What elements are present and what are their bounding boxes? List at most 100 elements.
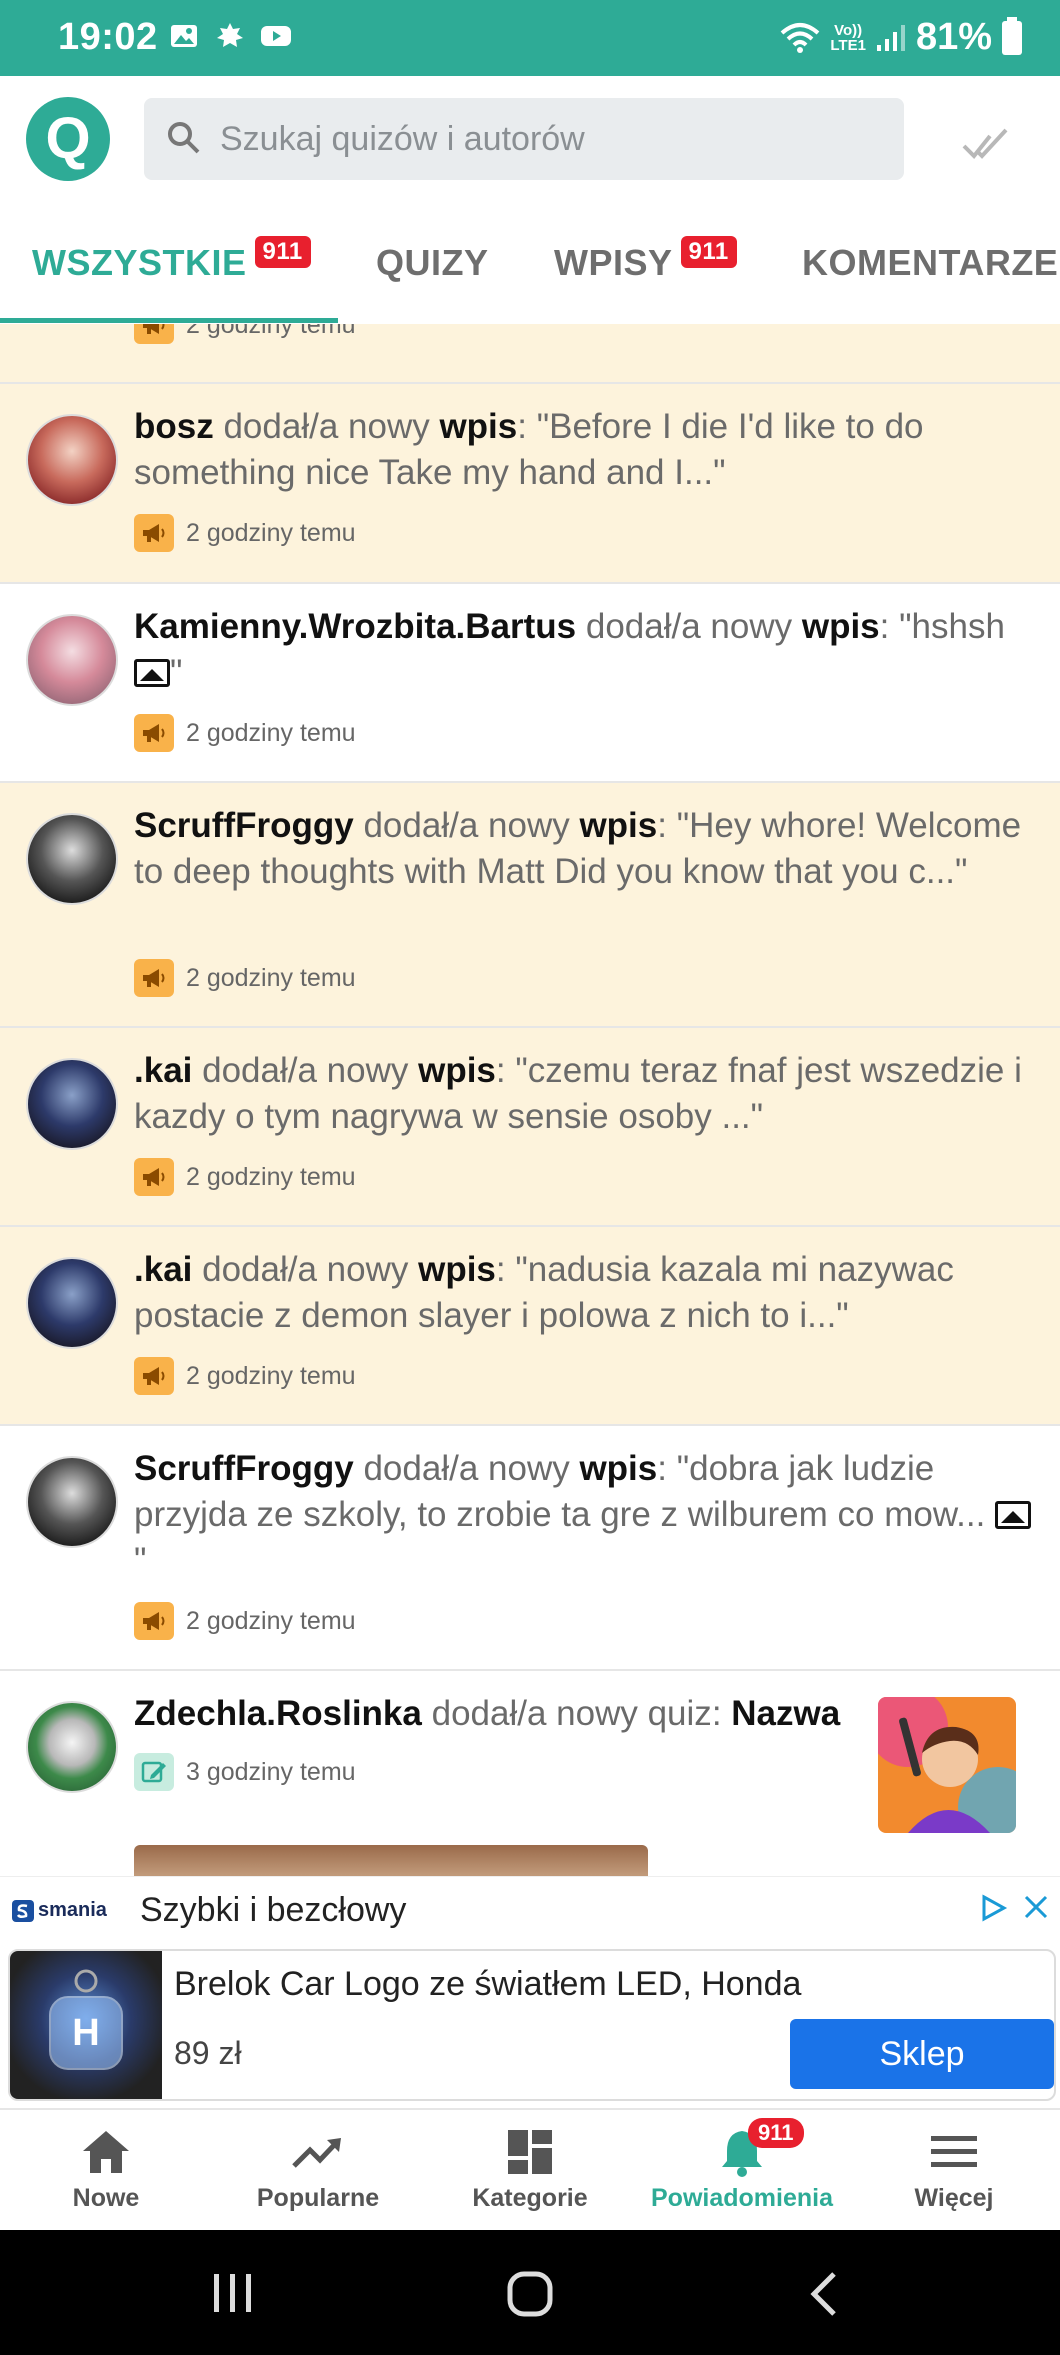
- svg-text:H: H: [72, 2012, 99, 2054]
- battery-percent: 81%: [915, 16, 992, 58]
- status-time: 19:02: [58, 16, 158, 58]
- ad-controls: [978, 1893, 1050, 1923]
- item-meta: 3 godziny temu: [134, 1753, 356, 1791]
- item-type: wpis: [579, 806, 658, 845]
- wifi-icon: [781, 22, 820, 53]
- item-time: 2 godziny temu: [186, 1606, 356, 1635]
- tab-quizzes[interactable]: QUIZY: [376, 242, 489, 284]
- item-text: .kai dodał/a nowy wpis: "nadusia kazala …: [134, 1250, 954, 1335]
- item-type: wpis: [439, 407, 518, 446]
- edit-icon: [134, 1753, 174, 1791]
- ad-headline: Szybki i bezcłowy: [140, 1891, 407, 1929]
- nav-categories[interactable]: Kategorie: [424, 2124, 636, 2213]
- author-name: Kamienny.Wrozbita.Bartus: [134, 607, 577, 646]
- image-icon: [134, 658, 170, 687]
- ad-banner[interactable]: smania Szybki i bezcłowy H Brelok Car Lo…: [0, 1876, 1060, 2108]
- app-notification-icon: [217, 23, 243, 47]
- avatar[interactable]: [26, 414, 118, 506]
- list-item[interactable]: Zdechla.Roslinka dodał/a nowy quiz: Nazw…: [0, 1671, 1060, 1876]
- item-time: 2 godziny temu: [186, 324, 356, 339]
- nav-new[interactable]: Nowe: [0, 2124, 212, 2213]
- image-icon: [995, 1500, 1032, 1529]
- gallery-icon: [171, 25, 197, 47]
- item-text: ScruffFroggy dodał/a nowy wpis: "Hey who…: [134, 806, 1022, 891]
- author-name: bosz: [134, 407, 214, 446]
- item-text: ScruffFroggy dodał/a nowy wpis: "dobra j…: [134, 1446, 1038, 1584]
- tab-bar: WSZYSTKIE 911 QUIZY WPISY 911 KOMENTARZE: [0, 206, 1060, 324]
- search-input[interactable]: Szukaj quizów i autorów: [144, 98, 904, 180]
- tab-all[interactable]: WSZYSTKIE 911: [32, 236, 311, 284]
- item-type: quiz: [647, 1694, 712, 1733]
- avatar[interactable]: [26, 813, 118, 905]
- author-name: Zdechla.Roslinka: [134, 1694, 422, 1733]
- quiz-thumbnail[interactable]: [878, 1697, 1016, 1833]
- list-item[interactable]: .kai dodał/a nowy wpis: "nadusia kazala …: [0, 1227, 1060, 1426]
- item-time: 2 godziny temu: [186, 963, 356, 992]
- avatar[interactable]: [26, 614, 118, 706]
- avatar[interactable]: [26, 1058, 118, 1150]
- active-tab-indicator: [0, 318, 338, 323]
- list-item[interactable]: ScruffFroggy dodał/a nowy wpis: "Hey who…: [0, 783, 1060, 1028]
- author-name: ScruffFroggy: [134, 806, 354, 845]
- item-meta: 2 godziny temu: [134, 1602, 356, 1640]
- item-meta: 2 godziny temu: [134, 959, 356, 997]
- nav-label: Powiadomienia: [651, 2184, 833, 2212]
- notification-feed[interactable]: 2 godziny temu bosz dodał/a nowy wpis: "…: [0, 324, 1060, 1876]
- brand-logo-icon: [12, 1899, 34, 1922]
- author-name: ScruffFroggy: [134, 1449, 354, 1488]
- item-text: Kamienny.Wrozbita.Bartus dodał/a nowy wp…: [134, 607, 1005, 692]
- item-meta: 2 godziny temu: [134, 1357, 356, 1395]
- author-name: .kai: [134, 1250, 193, 1289]
- list-item[interactable]: Kamienny.Wrozbita.Bartus dodał/a nowy wp…: [0, 584, 1060, 783]
- nav-more[interactable]: Więcej: [848, 2124, 1060, 2213]
- app-header: Q Szukaj quizów i autorów: [0, 76, 1060, 206]
- item-time: 2 godziny temu: [186, 518, 356, 547]
- item-meta: 2 godziny temu: [134, 714, 356, 752]
- item-text: .kai dodał/a nowy wpis: "czemu teraz fna…: [134, 1051, 1022, 1136]
- list-item[interactable]: .kai dodał/a nowy wpis: "czemu teraz fna…: [0, 1028, 1060, 1227]
- megaphone-icon: [134, 514, 174, 552]
- mark-all-read-icon[interactable]: [960, 120, 1010, 170]
- nav-label: Nowe: [72, 2184, 140, 2212]
- app-logo[interactable]: Q: [26, 97, 110, 181]
- back-icon[interactable]: [808, 2270, 840, 2318]
- shop-button[interactable]: Sklep: [790, 2019, 1054, 2089]
- lte-indicator: Vo)) LTE1: [830, 21, 866, 54]
- item-type: wpis: [801, 607, 880, 646]
- tab-posts[interactable]: WPISY 911: [554, 236, 737, 284]
- list-item[interactable]: bosz dodał/a nowy wpis: "Before I die I'…: [0, 384, 1060, 584]
- bottom-navigation: Nowe Popularne Kategorie 911 Powiadomien…: [0, 2108, 1060, 2230]
- megaphone-icon: [134, 1158, 174, 1196]
- status-bar: 19:02 Vo)) LTE1 81%: [0, 0, 1060, 76]
- ad-brand: smania: [12, 1899, 107, 1922]
- list-item[interactable]: ScruffFroggy dodał/a nowy wpis: "dobra j…: [0, 1426, 1060, 1671]
- close-icon[interactable]: [1022, 1893, 1050, 1921]
- tab-posts-badge: 911: [680, 236, 737, 268]
- avatar[interactable]: [26, 1257, 118, 1349]
- avatar[interactable]: [26, 1456, 118, 1548]
- menu-icon: [931, 2136, 977, 2167]
- ad-product-card[interactable]: H Brelok Car Logo ze światłem LED, Honda…: [8, 1949, 1056, 2101]
- nav-popular[interactable]: Popularne: [212, 2124, 424, 2213]
- search-icon: [168, 122, 200, 154]
- quiz-cover-image[interactable]: [134, 1845, 648, 1876]
- list-item[interactable]: 2 godziny temu: [0, 324, 1060, 384]
- adchoices-icon[interactable]: [978, 1893, 1008, 1923]
- avatar[interactable]: [26, 1701, 118, 1793]
- product-price: 89 zł: [174, 2035, 242, 2071]
- tab-comments[interactable]: KOMENTARZE: [802, 242, 1058, 284]
- item-excerpt: : "hshsh: [879, 607, 1005, 646]
- home-button-icon[interactable]: [506, 2270, 554, 2318]
- item-time: 2 godziny temu: [186, 1162, 356, 1191]
- item-type: wpis: [418, 1250, 496, 1289]
- search-placeholder: Szukaj quizów i autorów: [220, 120, 585, 158]
- home-icon: [83, 2131, 129, 2173]
- nav-notifications[interactable]: 911 Powiadomienia: [636, 2118, 848, 2213]
- item-meta: 2 godziny temu: [134, 324, 356, 344]
- youtube-icon: [261, 26, 291, 46]
- item-type: wpis: [579, 1449, 658, 1488]
- trending-icon: [292, 2138, 341, 2168]
- megaphone-icon: [134, 324, 174, 344]
- item-text: bosz dodał/a nowy wpis: "Before I die I'…: [134, 407, 924, 492]
- recent-apps-icon[interactable]: [210, 2270, 256, 2316]
